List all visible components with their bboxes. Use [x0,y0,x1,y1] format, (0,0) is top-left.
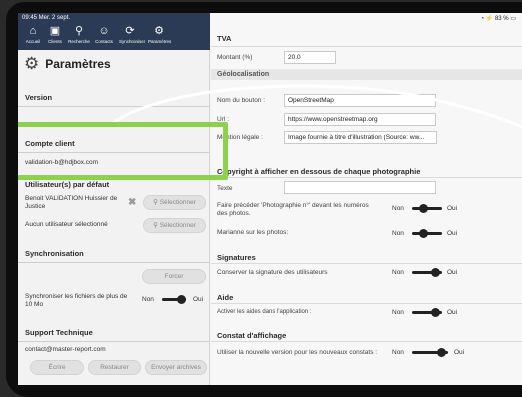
status-bar: 09:45 Mer. 2 sept. ◔ ⚡ 83 % ▭ [18,13,522,25]
status-time: 09:45 Mer. 2 sept. [22,15,71,21]
account-highlight-box [18,122,228,180]
callout-curve-path [108,84,522,129]
battery-level: 83 % [494,16,509,22]
status-battery: ◔ ⚡ 83 % ▭ [481,15,516,22]
battery-icon: ▭ [510,16,516,22]
wifi-icon: ◔ ⚡ [480,16,494,22]
ipad-frame: 09:45 Mer. 2 sept. ◔ ⚡ 83 % ▭ ⌂ Accueil … [6,2,522,397]
screen: 09:45 Mer. 2 sept. ◔ ⚡ 83 % ▭ ⌂ Accueil … [18,13,522,385]
callout-curve [108,84,522,129]
